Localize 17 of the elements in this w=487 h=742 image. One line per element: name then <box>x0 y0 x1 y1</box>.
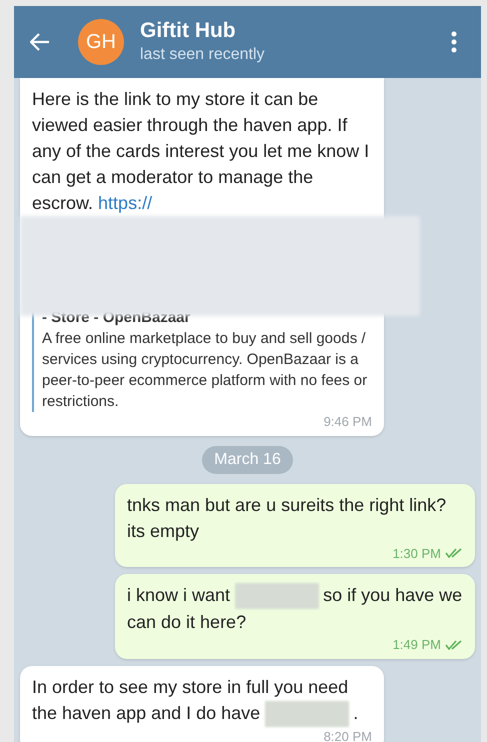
message-text: In order to see my store in full you need the haven app and I do have . <box>32 674 372 727</box>
message-time: 1:49 PM <box>392 636 441 654</box>
message-time: 8:20 PM <box>324 728 372 742</box>
message-time: 1:30 PM <box>392 544 441 562</box>
more-options-icon[interactable] <box>451 31 457 53</box>
message-text: i know i want so if you have we can do it here? <box>127 582 463 634</box>
link-preview-description: A free online marketplace to buy and sell goods / services using cryptocurrency. OpenBazaar is a peer-to-peer ecommerce platform with no fees or restrictions. <box>42 329 368 412</box>
last-seen-status: last seen recently <box>140 45 265 65</box>
link[interactable]: https:// <box>98 193 152 213</box>
avatar: GH <box>78 19 124 65</box>
back-arrow-icon[interactable] <box>30 33 50 51</box>
message-text: tnks man but are u sureits the right link? its empty <box>127 494 448 543</box>
contact-name: Giftit Hub <box>140 18 237 44</box>
message-text: Here is the link to my store it can be viewed easier through the haven app. If any of the cards interest you let me know I can get a moderator to manage the escrow. https:// <box>32 88 370 215</box>
message-time: 9:46 PM <box>324 413 372 431</box>
link-preview-title: - Store - OpenBazaar <box>42 308 192 328</box>
date-pill: March 16 <box>202 446 293 474</box>
